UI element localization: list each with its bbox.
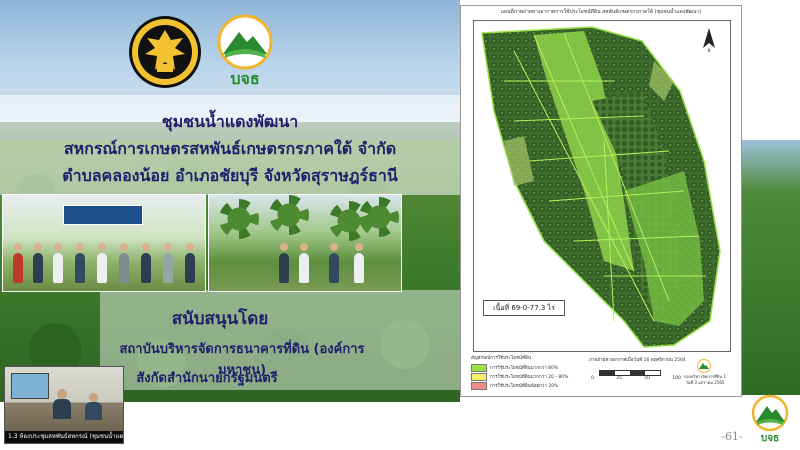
legend-swatch-low xyxy=(471,381,487,390)
participant-video-feed xyxy=(5,367,123,431)
map-title: แผนที่ภาพถ่ายทางอากาศการใช้ประโยชน์ที่ดิ… xyxy=(500,9,702,15)
map-caption: กองบริหารจัดการที่ดิน 1 วันที่ 3 มกราคม … xyxy=(673,374,737,386)
slide-title: ชุมชนน้ำแดงพัฒนา xyxy=(161,112,299,131)
support-heading: สนับสนุนโดย xyxy=(171,309,269,329)
legend-label: การใช้ประโยชน์ที่ดินมากกว่า 80% xyxy=(490,366,559,371)
corner-bcr-logo-icon: บจธ xyxy=(748,394,792,446)
legend-label: การใช้ประโยชน์ที่ดินมากกว่า 20 - 80% xyxy=(490,375,569,380)
support-affiliation: สังกัดสำนักนายกรัฐมนตรี xyxy=(136,371,278,386)
plantation-visit-photo xyxy=(208,194,402,292)
scale-labels: 0 25 50 100 xyxy=(591,376,681,381)
slide-subtitle-cooperative: สหกรณ์การเกษตรสหพันธ์เกษตรกรภาคใต้ จำกัด xyxy=(63,139,397,158)
group-photo xyxy=(2,194,206,292)
bcr-logo-icon: บจธ xyxy=(209,14,281,90)
legend-swatch-high xyxy=(471,363,487,372)
map-bcr-logo-icon xyxy=(697,358,711,373)
group-photo-banner xyxy=(63,205,143,225)
legend-item: การใช้ประโยชน์ที่ดินน้อยกว่า 20% xyxy=(471,381,601,390)
legend-item: การใช้ประโยชน์ที่ดินมากกว่า 20 - 80% xyxy=(471,372,601,381)
corner-logo-text: บจธ xyxy=(760,433,780,444)
slide-subtitle-location: ตำบลคลองน้อย อำเภอชัยบุรี จังหวัดสุราษฎร… xyxy=(62,166,398,185)
scale-label: 50 xyxy=(644,376,651,381)
legend-swatch-medium xyxy=(471,372,487,381)
meeting-room-screen xyxy=(11,373,49,399)
participant-video-tile[interactable]: 1.3 ห้องประชุมสหพันธ์สหกรณ์ (ชุมชนน้ำแดง… xyxy=(4,366,124,444)
scale-title: ภาพถ่ายทางอากาศเมื่อวันที่ 16 พฤศจิกายน … xyxy=(589,358,686,363)
bcr-logo-text: บจธ xyxy=(230,69,260,88)
right-background-strip xyxy=(740,140,800,395)
participant-name-label: 1.3 ห้องประชุมสหพันธ์สหกรณ์ (ชุมชนน้ำแดง… xyxy=(5,431,123,443)
map-legend: สัญลักษณ์การใช้ประโยชน์ที่ดิน การใช้ประโ… xyxy=(471,354,601,394)
legend-label: การใช้ประโยชน์ที่ดินน้อยกว่า 20% xyxy=(490,384,559,389)
government-emblem-icon xyxy=(127,14,203,90)
north-label: N xyxy=(707,48,711,53)
legend-item: การใช้ประโยชน์ที่ดินมากกว่า 80% xyxy=(471,363,601,372)
page-number: -61- xyxy=(721,430,743,443)
legend-title: สัญลักษณ์การใช้ประโยชน์ที่ดิน xyxy=(471,356,531,361)
scale-label: 0 xyxy=(591,376,594,381)
map-caption-date: วันที่ 3 มกราคม 2565 xyxy=(685,380,725,385)
aerial-land-use-map: แผนที่ภาพถ่ายทางอากาศการใช้ประโยชน์ที่ดิ… xyxy=(460,5,742,397)
presentation-slide: บจธ ชุมชนน้ำแดงพัฒนา สหกรณ์การเกษตรสหพัน… xyxy=(0,0,800,450)
scale-label: 25 xyxy=(616,376,622,381)
map-area-label: เนื้อที่ 69-0-77.3 ไร่ xyxy=(483,300,565,316)
